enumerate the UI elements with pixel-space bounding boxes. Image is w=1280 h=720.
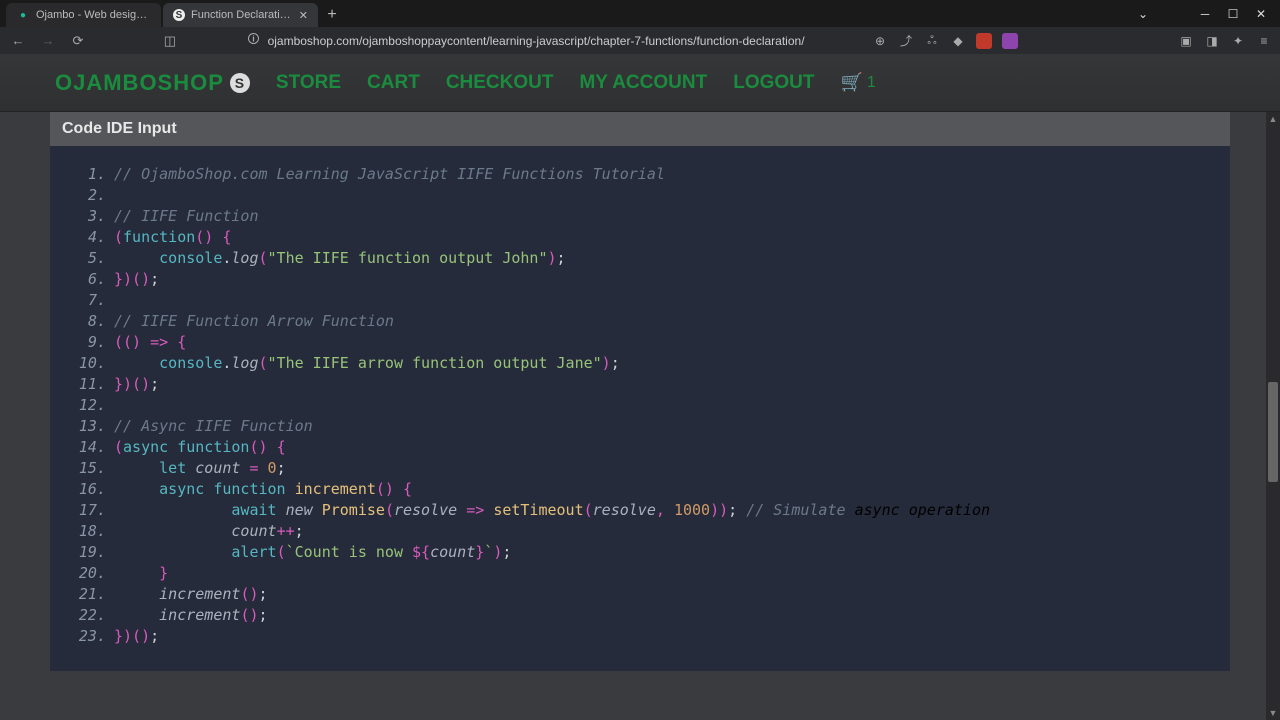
extension-2-icon[interactable]	[1002, 33, 1018, 49]
extension-1-icon[interactable]	[976, 33, 992, 49]
page-content: ▲ ▼ Code IDE Input 1// OjamboShop.com Le…	[0, 112, 1280, 720]
cart-count: 1	[867, 74, 876, 92]
nav-store[interactable]: STORE	[276, 72, 341, 94]
favicon-icon: S	[173, 9, 185, 21]
code-line: 6})();	[74, 269, 1206, 290]
brand-logo[interactable]: OJAMBOSHOP S	[55, 70, 250, 96]
nav-checkout[interactable]: CHECKOUT	[446, 72, 554, 94]
forward-button[interactable]: →	[38, 31, 58, 51]
back-button[interactable]: ←	[8, 31, 28, 51]
code-line: 15 let count = 0;	[74, 458, 1206, 479]
scroll-up-button[interactable]: ▲	[1266, 112, 1280, 126]
code-line: 11})();	[74, 374, 1206, 395]
new-tab-button[interactable]: +	[320, 3, 344, 27]
window-controls: ⌄ ─ ☐ ✕	[1124, 7, 1280, 21]
code-line: 23})();	[74, 626, 1206, 647]
menu-icon[interactable]: ≡	[1256, 33, 1272, 49]
code-line: 18 count++;	[74, 521, 1206, 542]
code-line: 16 async function increment() {	[74, 479, 1206, 500]
tab-label: Ojambo - Web design, Program	[36, 9, 151, 21]
close-icon[interactable]: ✕	[299, 9, 308, 22]
rss-icon[interactable]: ஃ	[924, 33, 940, 49]
brand-s-icon: S	[230, 73, 250, 93]
close-window-button[interactable]: ✕	[1254, 7, 1268, 21]
code-line: 8// IIFE Function Arrow Function	[74, 311, 1206, 332]
chevron-down-icon[interactable]: ⌄	[1136, 7, 1150, 21]
ide-header: Code IDE Input	[50, 112, 1230, 146]
url-bar: ← → ⟳ ◫ 🛈 ojamboshop.com/ojamboshoppayco…	[0, 27, 1280, 54]
browser-tab-inactive[interactable]: ● Ojambo - Web design, Program	[6, 3, 161, 27]
browser-tabs: ● Ojambo - Web design, Program S Functio…	[0, 0, 344, 27]
code-line: 9(() => {	[74, 332, 1206, 353]
code-line: 3// IIFE Function	[74, 206, 1206, 227]
code-line: 1// OjamboShop.com Learning JavaScript I…	[74, 164, 1206, 185]
zoom-icon[interactable]: ⊕	[872, 33, 888, 49]
maximize-button[interactable]: ☐	[1226, 7, 1240, 21]
code-line: 5 console.log("The IIFE function output …	[74, 248, 1206, 269]
shield-icon[interactable]: ◆	[950, 33, 966, 49]
page-scrollbar[interactable]: ▲ ▼	[1266, 112, 1280, 720]
code-line: 22 increment();	[74, 605, 1206, 626]
code-line: 13// Async IIFE Function	[74, 416, 1206, 437]
code-line: 21 increment();	[74, 584, 1206, 605]
nav-account[interactable]: MY ACCOUNT	[579, 72, 707, 94]
cart-indicator[interactable]: 🛒 1	[841, 72, 876, 93]
code-line: 17 await new Promise(resolve => setTimeo…	[74, 500, 1206, 521]
sidebar-icon[interactable]: ▣	[1178, 33, 1194, 49]
scroll-thumb[interactable]	[1268, 382, 1278, 482]
tab-label: Function Declaration - Oja	[191, 9, 293, 21]
url-field[interactable]: 🛈 ojamboshop.com/ojamboshoppaycontent/le…	[190, 30, 862, 51]
code-line: 14(async function() {	[74, 437, 1206, 458]
reload-button[interactable]: ⟳	[68, 31, 88, 51]
brand-text: OJAMBOSHOP	[55, 70, 224, 96]
code-line: 19 alert(`Count is now ${count}`);	[74, 542, 1206, 563]
minimize-button[interactable]: ─	[1198, 7, 1212, 21]
url-right-icons: ⊕ ⤴ ஃ ◆ ▣ ◨ ✦ ≡	[872, 33, 1272, 49]
site-nav: OJAMBOSHOP S STORE CART CHECKOUT MY ACCO…	[0, 54, 1280, 112]
browser-tab-active[interactable]: S Function Declaration - Oja ✕	[163, 3, 318, 27]
code-line: 12	[74, 395, 1206, 416]
code-line: 20 }	[74, 563, 1206, 584]
url-text: ojamboshop.com/ojamboshoppaycontent/lear…	[268, 34, 805, 48]
panel-icon[interactable]: ◨	[1204, 33, 1220, 49]
lock-icon: 🛈	[247, 30, 259, 51]
nav-logout[interactable]: LOGOUT	[733, 72, 814, 94]
window-titlebar: ● Ojambo - Web design, Program S Functio…	[0, 0, 1280, 27]
code-line: 10 console.log("The IIFE arrow function …	[74, 353, 1206, 374]
nav-cart[interactable]: CART	[367, 72, 420, 94]
code-block[interactable]: 1// OjamboShop.com Learning JavaScript I…	[50, 146, 1230, 671]
scroll-down-button[interactable]: ▼	[1266, 706, 1280, 720]
code-ide: Code IDE Input 1// OjamboShop.com Learni…	[50, 112, 1230, 671]
code-line: 4(function() {	[74, 227, 1206, 248]
code-line: 2	[74, 185, 1206, 206]
bookmark-icon[interactable]: ◫	[160, 31, 180, 51]
cart-icon: 🛒	[841, 72, 863, 93]
share-icon[interactable]: ⤴	[898, 33, 914, 49]
favicon-icon: ●	[16, 8, 30, 22]
sparkle-icon[interactable]: ✦	[1230, 33, 1246, 49]
code-line: 7	[74, 290, 1206, 311]
